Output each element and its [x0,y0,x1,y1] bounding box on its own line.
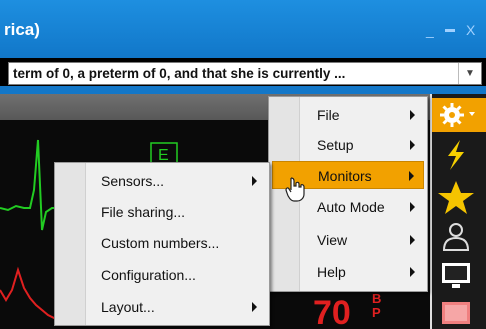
menu-item-label: Help [317,264,346,280]
menu-item-label: Setup [317,137,354,153]
maximize-button[interactable]: ▬ [445,24,455,35]
red-waveform [0,266,60,319]
submenu-arrow-icon [410,140,415,150]
menu-item-file-sharing[interactable]: File sharing... [55,197,269,227]
menu-item-label: View [317,232,348,248]
title-bar: rica) _ ▬ X [0,0,486,58]
menu-item-label: Sensors... [101,173,165,189]
menu-item-label: Monitors [318,168,372,184]
monitors-submenu: Sensors... File sharing... Custom number… [54,162,270,326]
menu-item-label: File sharing... [101,204,186,220]
menu-item-configuration[interactable]: Configuration... [55,260,269,290]
menu-item-layout[interactable]: Layout... [55,292,269,322]
display-icon[interactable] [432,298,486,328]
submenu-arrow-icon [252,302,257,312]
dropdown-arrow-icon[interactable]: ▼ [458,63,481,84]
menu-item-sensors[interactable]: Sensors... [55,166,269,196]
submenu-arrow-icon [252,176,257,186]
bp-label-b: B [372,291,382,306]
star-icon[interactable] [432,178,486,216]
gear-icon[interactable] [432,98,486,132]
side-toolbar [430,94,486,329]
toolbar-strip [0,86,486,94]
mouse-cursor-icon [285,177,305,202]
menu-item-label: Custom numbers... [101,235,220,251]
menu-item-custom-numbers[interactable]: Custom numbers... [55,228,269,258]
person-icon[interactable] [432,218,486,256]
menu-item-view[interactable]: View [269,225,427,255]
submenu-arrow-icon [410,110,415,120]
app-window: rica) _ ▬ X term of 0, a preterm of 0, a… [0,0,486,329]
submenu-arrow-icon [409,171,414,181]
minimize-button[interactable]: _ [426,22,434,38]
menu-item-file[interactable]: File [269,100,427,130]
monitor-icon[interactable] [432,258,486,294]
menu-item-label: Layout... [101,299,155,315]
window-title: rica) [4,20,40,39]
menu-item-label: Configuration... [101,267,196,283]
menu-item-setup[interactable]: Setup [269,130,427,160]
lightning-icon[interactable] [432,136,486,174]
submenu-arrow-icon [410,235,415,245]
menu-item-label: File [317,107,340,123]
bp-label: B P [372,292,381,320]
bp-value: 70 [313,294,351,329]
close-button[interactable]: X [466,22,475,38]
ecg-waveform [0,139,60,231]
menu-item-help[interactable]: Help [269,257,427,287]
bp-label-p: P [372,305,381,320]
menu-item-label: Auto Mode [317,199,385,215]
prompt-dropdown[interactable]: term of 0, a preterm of 0, and that she … [8,62,482,85]
prompt-text: term of 0, a preterm of 0, and that she … [13,66,346,81]
submenu-arrow-icon [410,267,415,277]
submenu-arrow-icon [410,202,415,212]
